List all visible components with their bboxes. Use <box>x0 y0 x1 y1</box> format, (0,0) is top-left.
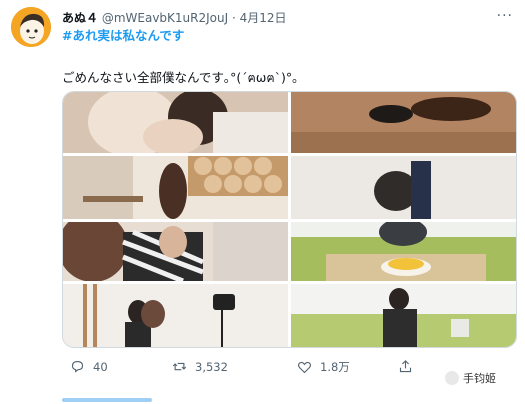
tweet-text: ごめんなさい全部僕なんです｡°(´ฅωฅ`)°｡ <box>62 70 299 85</box>
reply-icon <box>71 360 84 373</box>
tweet-date[interactable]: 4月12日 <box>240 11 287 25</box>
media-image-8[interactable] <box>291 284 516 347</box>
reply-count: 40 <box>93 359 108 374</box>
retweet-button[interactable]: 3,532 <box>172 359 228 374</box>
reply-button[interactable]: 40 <box>70 359 108 374</box>
avatar[interactable] <box>11 7 51 47</box>
watermark-logo-icon <box>445 371 459 385</box>
media-image-6[interactable] <box>291 222 516 281</box>
media-image-3[interactable] <box>63 156 288 219</box>
bottom-link-partial[interactable] <box>62 398 152 402</box>
like-count: 1.8万 <box>320 360 350 374</box>
retweet-count: 3,532 <box>195 359 228 374</box>
display-name[interactable]: あぬ４ <box>62 11 98 25</box>
media-image-5[interactable] <box>63 222 288 281</box>
media-image-2[interactable] <box>291 92 516 153</box>
hashtag-link[interactable]: #あれ実は私なんです <box>62 25 184 44</box>
media-grid[interactable] <box>62 91 517 348</box>
like-icon <box>298 361 311 373</box>
media-image-1[interactable] <box>63 92 288 153</box>
more-icon[interactable]: ··· <box>497 8 513 24</box>
tweet-header: あぬ４ @mWEavbK1uR2JouJ · 4月12日 <box>62 9 287 26</box>
share-button[interactable] <box>398 359 413 374</box>
watermark: 手钧姬 <box>445 370 496 386</box>
separator: · <box>232 11 236 25</box>
media-image-4[interactable] <box>291 156 516 219</box>
retweet-icon <box>172 362 187 371</box>
watermark-text: 手钧姬 <box>463 372 496 385</box>
media-image-7[interactable] <box>63 284 288 347</box>
like-button[interactable]: 1.8万 <box>297 359 350 375</box>
share-icon <box>399 360 412 373</box>
user-handle[interactable]: @mWEavbK1uR2JouJ <box>102 11 228 25</box>
